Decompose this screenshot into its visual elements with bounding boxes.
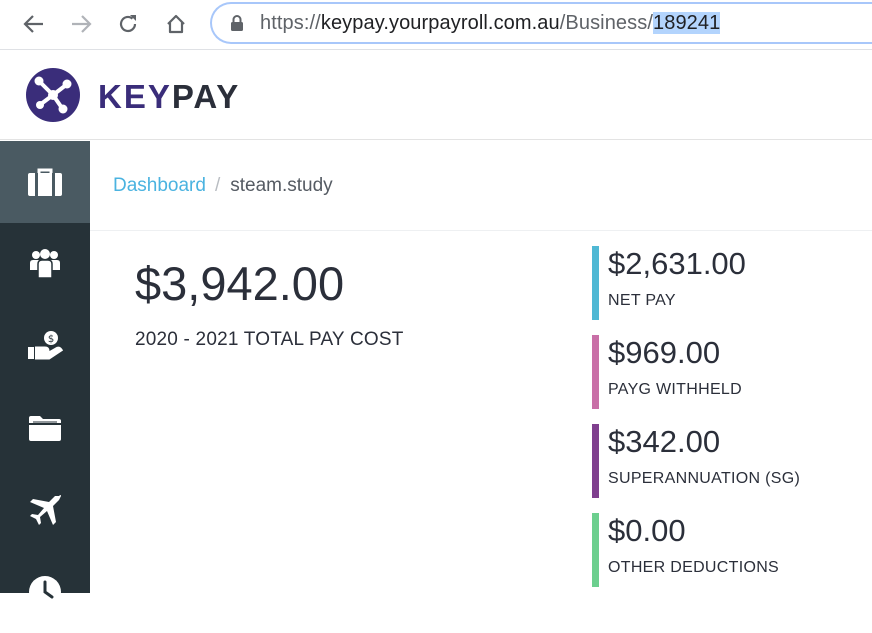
- people-icon: [30, 249, 60, 279]
- breadcrumb: Dashboard / steam.study: [90, 141, 872, 231]
- stat-label: SUPERANNUATION (SG): [608, 470, 801, 487]
- url-text: https://keypay.yourpayroll.com.au/Busine…: [260, 11, 721, 34]
- url-selected-segment: 189241: [653, 11, 721, 34]
- svg-text:$: $: [48, 334, 54, 345]
- app-header: KEYPAY: [0, 50, 872, 140]
- folder-icon: [29, 416, 61, 441]
- breadcrumb-current: steam.study: [230, 174, 333, 196]
- sidebar-item-employees[interactable]: [0, 223, 90, 305]
- clock-icon: [29, 576, 61, 608]
- briefcase-icon: [28, 168, 62, 196]
- stat-value: $342.00: [608, 424, 721, 459]
- stat-value: $0.00: [608, 513, 686, 548]
- stat-payg-withheld: $969.00 PAYG WITHHELD: [592, 335, 872, 409]
- stat-net-pay: $2,631.00 NET PAY: [592, 246, 872, 320]
- stat-label: PAYG WITHHELD: [608, 381, 742, 398]
- brand-wordmark: KEYPAY: [98, 78, 241, 115]
- breadcrumb-separator: /: [214, 174, 221, 196]
- sidebar-item-payroll[interactable]: $: [0, 305, 90, 387]
- sidebar-item-timesheets[interactable]: [0, 551, 90, 633]
- stat-color-bar: [592, 424, 599, 498]
- forward-arrow-icon: [72, 15, 92, 33]
- browser-toolbar: https://keypay.yourpayroll.com.au/Busine…: [0, 0, 872, 50]
- keypay-logo-icon[interactable]: [26, 68, 80, 122]
- home-icon: [167, 14, 185, 34]
- breadcrumb-dashboard-link[interactable]: Dashboard: [113, 175, 206, 197]
- stat-label: NET PAY: [608, 292, 676, 309]
- forward-button[interactable]: [65, 8, 97, 40]
- stat-value: $969.00: [608, 335, 721, 370]
- stat-other-deductions: $0.00 OTHER DEDUCTIONS: [592, 513, 872, 587]
- sidebar-item-leave[interactable]: [0, 469, 90, 551]
- airplane-icon: [30, 495, 61, 525]
- stat-label: OTHER DEDUCTIONS: [608, 559, 780, 576]
- home-button[interactable]: [160, 8, 192, 40]
- stat-superannuation: $342.00 SUPERANNUATION (SG): [592, 424, 872, 498]
- sidebar-item-documents[interactable]: [0, 387, 90, 469]
- reload-button[interactable]: [112, 8, 144, 40]
- total-pay-cost-label: 2020 - 2021 TOTAL PAY COST: [135, 329, 404, 350]
- back-arrow-icon: [23, 15, 43, 33]
- hand-money-icon: $: [28, 331, 63, 360]
- stat-value: $2,631.00: [608, 246, 746, 281]
- sidebar: $: [0, 141, 90, 608]
- reload-icon: [119, 15, 137, 33]
- address-bar[interactable]: https://keypay.yourpayroll.com.au/Busine…: [210, 2, 872, 44]
- stat-color-bar: [592, 335, 599, 409]
- stat-color-bar: [592, 513, 599, 587]
- sidebar-item-business[interactable]: [0, 141, 90, 223]
- back-button[interactable]: [18, 8, 50, 40]
- stat-color-bar: [592, 246, 599, 320]
- total-pay-cost-value: $3,942.00: [135, 257, 345, 310]
- lock-icon: [230, 15, 244, 31]
